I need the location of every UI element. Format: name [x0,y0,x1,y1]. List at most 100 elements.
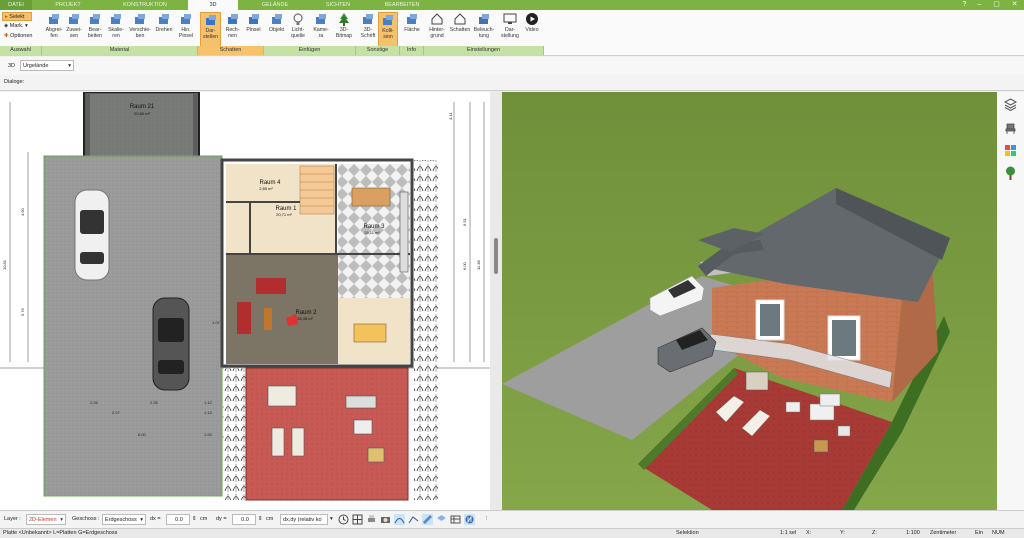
dim-13: 11.38 [476,260,481,270]
status-selection: 1:1 sel [780,530,797,536]
tree-icon[interactable] [1004,166,1017,180]
shadow-icon [454,13,466,25]
ribbon-button-bitmap[interactable]: 3D- Bitmap [333,12,355,49]
area-icon [407,14,417,24]
status-z: Z: [872,530,877,536]
curve-tool-icon[interactable] [394,514,405,525]
ribbon-button-shadow[interactable]: Schatten [448,12,472,49]
tab-3d[interactable]: 3D [188,0,238,10]
more-options-icon[interactable]: ⫶ [486,514,487,524]
paint-icon [248,14,259,24]
floor-select[interactable]: Erdgeschoss ▾ [102,514,146,525]
ribbon-button-label: 3D- Schrift [360,27,376,39]
mark-button[interactable]: ◈ Mark. ▾ [2,22,40,31]
ribbon-button-light[interactable]: Licht- quelle [287,12,309,49]
splitter-handle[interactable] [494,238,498,274]
tab-bearbeiten[interactable]: BEARBEITEN [372,0,432,10]
maximize-icon[interactable]: ▢ [992,1,1001,9]
material-palette-icon[interactable] [1004,144,1017,157]
view-splitter[interactable] [490,92,502,510]
floor-plan-view[interactable]: Raum 21 20,80 m² Raum 4 2,85 m² Raum 1 2… [0,92,490,510]
grid-snap-icon[interactable] [352,514,363,525]
room-area-3: 25,11 m² [364,230,380,235]
ribbon-button-label: Rech- nen [225,27,240,39]
dim-2: 2.07 [112,410,121,415]
ribbon-button-video[interactable]: Video [522,12,542,49]
ribbon-button-render[interactable]: Dar- stellen [200,12,221,49]
ribbon-button-camera[interactable]: Kame- ra [310,12,332,49]
dx-input[interactable]: 0.0 [166,514,190,525]
terrain-select[interactable]: Urgelände ▾ [20,60,74,71]
ribbon-button-lighting[interactable]: Beleuch- tung [472,12,496,49]
coordinate-mode-dropdown-icon[interactable]: ▾ [330,514,333,524]
tab-gelaende[interactable]: GELÄNDE [250,0,300,10]
dim-8: 1.07 [212,320,221,325]
3d-scene [502,92,997,510]
table-icon[interactable] [450,514,461,525]
status-scale: 1:100 [906,530,920,536]
ribbon-button-move[interactable]: Verschie- ben [128,12,152,49]
tab-sichten[interactable]: SICHTEN [314,0,362,10]
ribbon-button-area[interactable]: Fläche [402,12,422,49]
dy-input[interactable]: 0.0 [232,514,256,525]
text3d-icon [363,14,373,24]
floor-plan-drawing: Raum 21 20,80 m² Raum 4 2,85 m² Raum 1 2… [0,92,490,501]
ribbon: ▸ Selekt ◈ Mark. ▾ ✚ Optionen Abgrei- fe… [0,10,1024,56]
3d-view[interactable] [502,92,997,510]
ribbon-button-compute[interactable]: Rech- nen [222,12,243,49]
ribbon-button-label: Kolli- sion [382,28,394,40]
move-icon [135,14,145,24]
dim-15: 4.11 [448,112,453,120]
dim-10: 4.60 [20,207,25,216]
menu-tab-bar: DATEI PROJEKT KONSTRUKTION 3D GELÄNDE SI… [0,0,1024,10]
brush-icon [181,14,191,24]
ribbon-button-label: 3D- Bitmap [335,27,353,39]
ribbon-button-text3d[interactable]: 3D- Schrift [358,12,378,49]
ribbon-button-eyedropper[interactable]: Abgrei- fen [44,12,64,49]
layer-select[interactable]: 2D-Elemen ▾ [26,514,66,525]
ribbon-button-paint[interactable]: Pinsel [243,12,264,49]
chair-icon[interactable] [1004,122,1017,135]
ribbon-button-collision[interactable]: Kolli- sion [378,12,398,49]
ribbon-button-brush[interactable]: Hin. Pinsel [176,12,196,49]
ribbon-button-object[interactable]: Objekt [266,12,287,49]
options-button[interactable]: ✚ Optionen [2,32,40,41]
layers-toggle-icon[interactable] [436,514,447,525]
ribbon-button-label: Video [525,27,539,33]
status-num: NUM [992,530,1005,536]
view-side-toolbar [997,92,1024,510]
background-icon [431,13,443,25]
dy-label: dy = [216,516,227,522]
dim-14: 6.51 [462,217,467,226]
ribbon-button-background[interactable]: Hinter- grund [426,12,448,49]
object-icon [271,14,282,24]
ribbon-button-label: Schatten [449,27,471,33]
ortho-icon[interactable] [464,514,475,525]
coordinate-mode-select[interactable]: dx,dy (relativ ko [280,514,328,525]
ribbon-button-edit[interactable]: Bear- beiten [85,12,105,49]
tab-projekt[interactable]: PROJEKT [50,0,86,10]
print-icon[interactable] [366,514,377,525]
clock-icon[interactable] [338,514,349,525]
close-icon[interactable]: ✕ [1010,1,1019,9]
dx-stepper-icon[interactable]: ⇕ [192,514,197,524]
view-mode-label: 3D [8,63,16,69]
minimize-icon[interactable]: – [975,1,984,9]
dy-stepper-icon[interactable]: ⇕ [258,514,263,524]
measure-icon[interactable] [422,514,433,525]
camera-icon[interactable] [380,514,391,525]
ribbon-button-display[interactable]: Dar- stellung [498,12,522,49]
tab-datei[interactable]: DATEI [0,0,32,10]
line-tool-icon[interactable] [408,514,419,525]
layers-icon[interactable] [1004,98,1017,111]
dim-9: 10.81 [2,259,7,270]
tab-konstruktion[interactable]: KONSTRUKTION [110,0,180,10]
dy-unit: cm [266,516,274,522]
ribbon-button-scale[interactable]: Skalie- ren [106,12,126,49]
status-unit: Zentimeter [930,530,957,536]
select-button[interactable]: ▸ Selekt [2,12,32,21]
dim-4: 6.00 [138,432,147,437]
ribbon-button-assign[interactable]: Zuwei- sen [64,12,84,49]
help-icon[interactable]: ? [960,1,969,9]
ribbon-button-rotate[interactable]: Drehen [153,12,175,49]
